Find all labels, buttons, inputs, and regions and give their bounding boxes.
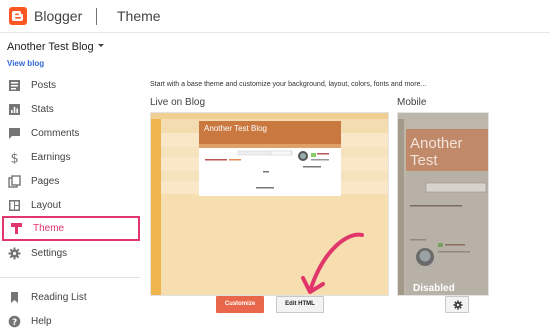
sidebar-item-theme[interactable]: Theme: [2, 216, 140, 241]
sidebar-divider: [0, 277, 140, 278]
top-bar: Blogger Theme: [0, 0, 550, 33]
sidebar-item-label: Comments: [31, 128, 80, 139]
sidebar-item-label: Posts: [31, 80, 57, 91]
dollar-icon: $: [11, 152, 19, 165]
bookmark-icon: [11, 292, 18, 303]
sidebar-item-layout[interactable]: Layout: [0, 194, 140, 218]
blogger-logo-icon[interactable]: [9, 7, 27, 25]
mobile-preview-blog-title: Another Test: [410, 135, 463, 169]
sidebar-item-label: Theme: [33, 223, 65, 234]
sidebar-item-label: Stats: [31, 104, 54, 115]
sidebar-item-pages[interactable]: Pages: [0, 170, 140, 194]
sidebar-item-stats[interactable]: Stats: [0, 98, 140, 122]
page-title: Theme: [117, 8, 161, 24]
sidebar-item-help[interactable]: ? Help: [0, 310, 140, 334]
live-preview-blog-title: Another Test Blog: [204, 124, 268, 133]
blog-selector[interactable]: Another Test Blog: [7, 41, 94, 53]
svg-text:$: $: [11, 152, 19, 165]
mobile-heading: Mobile: [397, 97, 427, 108]
stats-icon: [9, 104, 20, 115]
pages-icon: [8, 175, 21, 188]
live-on-blog-heading: Live on Blog: [150, 97, 206, 108]
sidebar-item-label: Earnings: [31, 152, 71, 163]
gear-icon: [453, 300, 463, 310]
sidebar-item-label: Layout: [31, 200, 62, 211]
help-icon: ?: [8, 315, 21, 328]
brand-name[interactable]: Blogger: [34, 8, 82, 24]
mobile-settings-button[interactable]: [445, 296, 469, 313]
sidebar-item-reading-list[interactable]: Reading List: [0, 286, 140, 310]
sidebar-item-label: Settings: [31, 248, 68, 259]
layout-icon: [9, 200, 20, 211]
theme-icon: [11, 223, 22, 234]
customize-button[interactable]: Customize: [216, 296, 264, 313]
posts-icon: [9, 80, 20, 91]
sidebar-item-settings[interactable]: Settings: [0, 242, 140, 266]
mobile-theme-preview[interactable]: Another Test Disabled: [397, 112, 489, 296]
gear-icon: [8, 247, 21, 260]
sidebar-item-earnings[interactable]: $ Earnings: [0, 146, 140, 170]
sidebar-item-label: Help: [31, 316, 52, 327]
header-divider: [96, 8, 97, 25]
sidebar-item-label: Pages: [31, 176, 60, 187]
comments-icon: [9, 128, 20, 139]
view-blog-link[interactable]: View blog: [7, 59, 44, 68]
theme-intro-text: Start with a base theme and customize yo…: [150, 81, 427, 88]
svg-text:?: ?: [12, 318, 17, 328]
edit-html-button[interactable]: Edit HTML: [276, 296, 324, 313]
chevron-down-icon[interactable]: [98, 44, 104, 47]
sidebar-item-comments[interactable]: Comments: [0, 122, 140, 146]
sidebar-item-posts[interactable]: Posts: [0, 74, 140, 98]
mobile-disabled-label: Disabled: [413, 283, 455, 294]
sidebar-item-label: Reading List: [31, 292, 87, 303]
